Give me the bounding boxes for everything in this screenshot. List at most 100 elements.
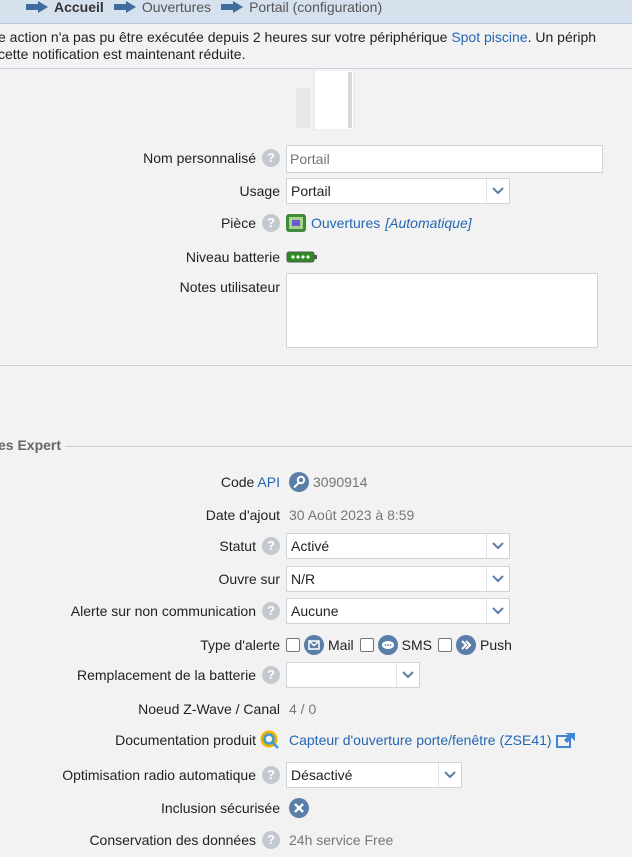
alert-nocomm-label: Alerte sur non communication <box>70 603 256 619</box>
row-doc: Documentation produit Capteur d'ouvertur… <box>0 727 632 753</box>
api-label: Code API <box>221 469 280 495</box>
battery-label: Niveau batterie <box>185 249 280 265</box>
push-checkbox[interactable] <box>438 638 453 652</box>
label-wrap: Usage <box>240 178 280 204</box>
chevron-down-icon <box>396 663 419 687</box>
help-icon[interactable]: ? <box>262 149 280 167</box>
label-wrap: Type d'alerte <box>200 632 280 658</box>
sms-icon <box>377 635 398 655</box>
help-icon[interactable]: ? <box>262 666 280 684</box>
label-wrap: Remplacement de la batterie ? <box>77 662 280 688</box>
label-wrap: Date d'ajout <box>206 502 280 528</box>
row-opens: Ouvre sur N/R <box>0 566 632 592</box>
usage-value: Portail <box>291 183 331 199</box>
alert-type-push: Push <box>438 635 512 655</box>
divider <box>0 68 632 69</box>
sms-checkbox[interactable] <box>359 638 374 652</box>
row-battery-replace: Remplacement de la batterie ? <box>0 662 632 688</box>
row-usage: Usage Portail <box>0 178 632 204</box>
doc-link[interactable]: Capteur d'ouverture porte/fenêtre (ZSE41… <box>289 727 552 753</box>
date-label: Date d'ajout <box>205 507 280 523</box>
door-sensor-icon <box>296 70 355 130</box>
sms-label: SMS <box>401 637 433 653</box>
room-link[interactable]: Ouvertures <box>311 210 380 236</box>
alert-type-sms: SMS <box>359 635 433 655</box>
battery-icon <box>286 251 317 263</box>
status-label: Statut <box>219 538 256 554</box>
label-wrap: Ouvre sur <box>219 566 280 592</box>
label-wrap: Code API <box>221 469 280 495</box>
doc-label: Documentation produit <box>115 732 256 748</box>
label-wrap: Niveau batterie <box>186 244 280 270</box>
breadcrumb-item-ouvertures[interactable]: Ouvertures <box>113 0 211 15</box>
secure-value <box>289 795 309 821</box>
help-icon[interactable]: ? <box>262 602 280 620</box>
push-icon <box>456 635 477 655</box>
row-zwave: Noeud Z-Wave / Canal 4 / 0 <box>0 696 632 722</box>
breadcrumb-item-home[interactable]: Accueil <box>26 0 104 15</box>
notes-label: Notes utilisateur <box>179 279 280 295</box>
row-room: Pièce ? Ouvertures [Automatique] <box>0 210 632 236</box>
row-radio: Optimisation radio automatique ? Désacti… <box>0 762 632 788</box>
radio-value: Désactivé <box>291 767 353 783</box>
breadcrumb-label: Portail (configuration) <box>249 0 383 15</box>
usage-select[interactable]: Portail <box>286 178 510 204</box>
alert-nocomm-select[interactable]: Aucune <box>286 598 510 624</box>
alert-type-label: Type d'alerte <box>200 637 280 653</box>
usage-label: Usage <box>239 183 280 199</box>
arrow-right-icon <box>26 0 48 13</box>
search-doc-icon <box>260 730 279 749</box>
divider <box>0 365 632 366</box>
mail-icon <box>304 635 324 655</box>
api-value: 3090914 <box>313 474 368 490</box>
api-label-prefix: Code <box>220 474 258 490</box>
chevron-down-icon <box>486 599 509 623</box>
device-link[interactable]: Spot piscine <box>451 29 527 45</box>
mail-checkbox[interactable] <box>286 638 300 652</box>
breadcrumb-label: Accueil <box>54 0 104 15</box>
external-link-icon[interactable] <box>555 732 576 748</box>
room-auto: [Automatique] <box>385 215 472 231</box>
battery-value <box>286 244 318 270</box>
alert-types: Mail SMS Push <box>286 632 514 658</box>
retention-value: 24h service Free <box>289 832 394 848</box>
retention-label: Conservation des données <box>89 832 256 848</box>
status-select[interactable]: Activé <box>286 533 510 559</box>
label-wrap: Conservation des données ? <box>89 827 280 853</box>
secure-label: Inclusion sécurisée <box>160 800 280 816</box>
name-input[interactable] <box>286 145 603 173</box>
radio-label: Optimisation radio automatique <box>62 767 256 783</box>
alert-type-mail: Mail <box>286 635 354 655</box>
notification-text: e action n'a pas pu être exécutée depuis… <box>0 29 452 45</box>
help-icon[interactable]: ? <box>262 214 280 232</box>
notification-line-1: e action n'a pas pu être exécutée depuis… <box>0 29 596 46</box>
battery-replace-label: Remplacement de la batterie <box>77 667 256 683</box>
opens-select[interactable]: N/R <box>286 566 510 592</box>
label-wrap: Statut ? <box>219 533 280 559</box>
radio-select[interactable]: Désactivé <box>286 762 462 788</box>
api-link[interactable]: API <box>257 474 280 490</box>
label-wrap: Alerte sur non communication ? <box>71 598 280 624</box>
help-icon[interactable]: ? <box>262 831 280 849</box>
help-icon[interactable]: ? <box>262 537 280 555</box>
label-wrap: Noeud Z-Wave / Canal <box>138 696 280 722</box>
chevron-down-icon <box>486 567 509 591</box>
row-date: Date d'ajout 30 Août 2023 à 8:59 <box>0 502 632 528</box>
section-title-expert: es Expert <box>0 437 66 453</box>
help-icon[interactable]: ? <box>262 766 280 784</box>
arrow-right-icon <box>221 0 244 13</box>
section-line <box>0 446 632 447</box>
chevron-down-icon <box>486 534 509 558</box>
key-icon <box>289 472 309 492</box>
label-wrap: Pièce ? <box>221 210 280 236</box>
label-wrap: Nom personnalisé ? <box>143 145 280 171</box>
alert-nocomm-value: Aucune <box>291 603 339 619</box>
row-name: Nom personnalisé ? <box>0 145 632 173</box>
notes-textarea[interactable] <box>286 273 598 348</box>
name-label: Nom personnalisé <box>143 150 256 166</box>
breadcrumb: Accueil Ouvertures Portail (configuratio… <box>0 0 632 24</box>
api-value-wrap: 3090914 <box>289 469 368 495</box>
battery-replace-select[interactable] <box>286 662 420 688</box>
row-alert-type: Type d'alerte Mail SMS Push <box>0 632 632 658</box>
notification-banner: e action n'a pas pu être exécutée depuis… <box>0 29 632 67</box>
